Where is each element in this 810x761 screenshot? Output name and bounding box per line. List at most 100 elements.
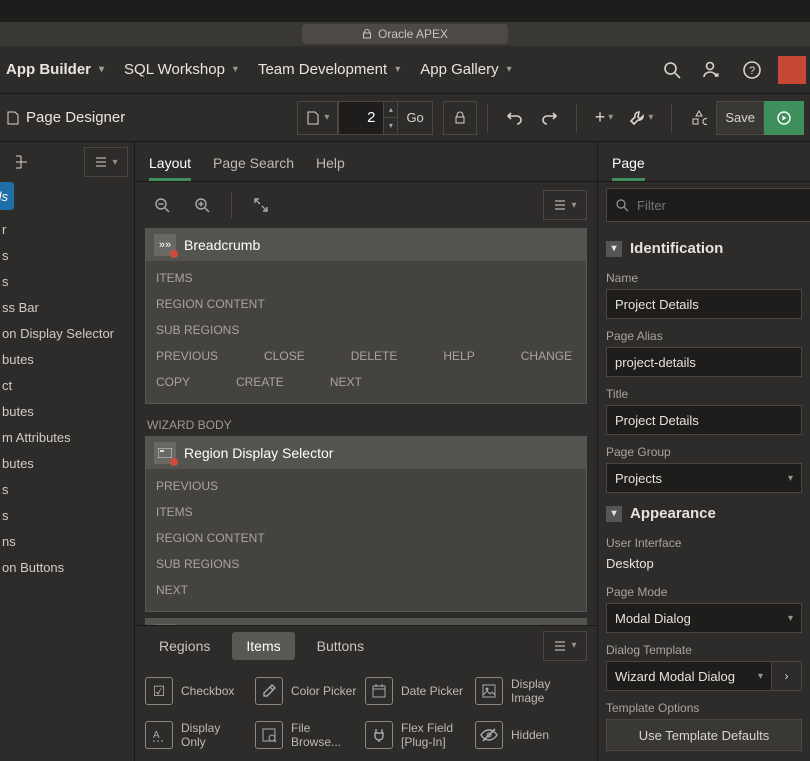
spinner-up-icon[interactable]: ▴ bbox=[384, 102, 397, 119]
nav-sql-workshop[interactable]: SQL Workshop▾ bbox=[114, 46, 248, 93]
run-button[interactable] bbox=[764, 101, 804, 135]
layout-canvas[interactable]: ◂ ▸ »» Breadcrumb ITEMS REGION CONTENT S… bbox=[135, 228, 597, 625]
undo-button[interactable] bbox=[498, 101, 532, 135]
gallery-item-date-picker[interactable]: Date Picker bbox=[361, 669, 471, 713]
page-spinner[interactable]: ▴▾ bbox=[384, 101, 398, 135]
page-group-select[interactable]: Projects▾ bbox=[606, 463, 802, 493]
nav-app-gallery[interactable]: App Gallery▾ bbox=[410, 46, 521, 93]
shared-components-button[interactable] bbox=[682, 101, 716, 135]
oracle-logo[interactable] bbox=[778, 56, 806, 84]
slot[interactable]: HELP bbox=[443, 343, 488, 369]
filter-input[interactable] bbox=[637, 198, 810, 213]
gallery-item-hidden[interactable]: Hidden bbox=[471, 713, 581, 757]
gallery-item-color-picker[interactable]: Color Picker bbox=[251, 669, 361, 713]
region-breadcrumb[interactable]: »» Breadcrumb ITEMS REGION CONTENT SUB R… bbox=[145, 228, 587, 404]
slot[interactable]: CHANGE bbox=[521, 343, 586, 369]
slot[interactable]: REGION CONTENT bbox=[156, 291, 279, 317]
save-button[interactable]: Save bbox=[716, 101, 764, 135]
gallery-item-flex-field[interactable]: Flex Field [Plug-In] bbox=[361, 713, 471, 757]
slot[interactable]: SUB REGIONS bbox=[156, 551, 253, 577]
gallery-item-display-image[interactable]: Display Image bbox=[471, 669, 581, 713]
collapse-toggle[interactable]: ▾ bbox=[606, 506, 622, 522]
zoom-in-button[interactable] bbox=[185, 188, 219, 222]
left-tree-pane: ▾ ils r s s ss Bar on Display Selector b… bbox=[0, 142, 134, 761]
filter-wrap[interactable] bbox=[606, 188, 810, 222]
tree-node[interactable]: butes bbox=[0, 346, 134, 372]
page-mode-select[interactable]: Modal Dialog▾ bbox=[606, 603, 802, 633]
slot[interactable]: DELETE bbox=[351, 343, 412, 369]
slot[interactable]: ITEMS bbox=[156, 265, 207, 291]
tree-node[interactable]: butes bbox=[0, 450, 134, 476]
gallery-item-checkbox[interactable]: ☑Checkbox bbox=[141, 669, 251, 713]
tree-node[interactable]: butes bbox=[0, 398, 134, 424]
gallery-item-file-browse[interactable]: File Browse... bbox=[251, 713, 361, 757]
tree-tab-rendering[interactable] bbox=[6, 145, 40, 179]
gallery-tab-buttons[interactable]: Buttons bbox=[303, 632, 378, 660]
admin-icon[interactable] bbox=[692, 50, 732, 90]
gallery-item-display-only[interactable]: ADisplay Only bbox=[141, 713, 251, 757]
slot[interactable]: ITEMS bbox=[156, 499, 207, 525]
slot[interactable]: PREVIOUS bbox=[156, 473, 232, 499]
tree-node[interactable]: s bbox=[0, 476, 134, 502]
spinner-down-icon[interactable]: ▾ bbox=[384, 118, 397, 134]
global-nav: App Builder▾ SQL Workshop▾ Team Developm… bbox=[0, 46, 810, 94]
gallery-tab-items[interactable]: Items bbox=[232, 632, 294, 660]
tree-node[interactable]: ct bbox=[0, 372, 134, 398]
utilities-button[interactable]: ▾ bbox=[621, 101, 661, 135]
gallery-view-menu[interactable]: ▾ bbox=[543, 631, 587, 661]
page-finder-button[interactable]: ▾ bbox=[297, 101, 338, 135]
tree-selected-pill[interactable]: ils bbox=[0, 182, 14, 210]
chevron-down-icon: ▾ bbox=[99, 64, 104, 75]
template-options-button[interactable]: Use Template Defaults bbox=[606, 719, 802, 751]
property-body[interactable]: ▾Identification Name Page Alias Title Pa… bbox=[598, 228, 810, 761]
slot[interactable]: CREATE bbox=[236, 369, 298, 395]
slot[interactable]: CLOSE bbox=[264, 343, 319, 369]
slot[interactable]: NEXT bbox=[330, 369, 376, 395]
tab-layout[interactable]: Layout bbox=[149, 155, 191, 181]
tab-help[interactable]: Help bbox=[316, 155, 345, 181]
tree-node[interactable]: on Buttons bbox=[0, 554, 134, 580]
page-number-input[interactable] bbox=[338, 101, 384, 135]
tree-node[interactable]: ns bbox=[0, 528, 134, 554]
nav-app-builder[interactable]: App Builder▾ bbox=[4, 46, 114, 93]
tree-node[interactable]: s bbox=[0, 268, 134, 294]
tree-node[interactable]: r bbox=[0, 216, 134, 242]
slot[interactable]: REGION CONTENT bbox=[156, 525, 279, 551]
layout-view-menu[interactable]: ▾ bbox=[543, 190, 587, 220]
help-icon[interactable]: ? bbox=[732, 50, 772, 90]
tree-node[interactable]: m Attributes bbox=[0, 424, 134, 450]
slot[interactable]: NEXT bbox=[156, 577, 202, 603]
search-icon[interactable] bbox=[652, 50, 692, 90]
tree-node[interactable]: on Display Selector bbox=[0, 320, 134, 346]
expand-button[interactable] bbox=[244, 188, 278, 222]
region-project[interactable]: </> Project PREVIOUS bbox=[145, 618, 587, 625]
redo-button[interactable] bbox=[532, 101, 566, 135]
tree-node[interactable]: ss Bar bbox=[0, 294, 134, 320]
plugin-icon bbox=[365, 721, 393, 749]
dialog-template-select[interactable]: Wizard Modal Dialog▾› bbox=[606, 661, 802, 691]
create-button[interactable]: +▾ bbox=[587, 101, 622, 135]
region-display-selector[interactable]: Region Display Selector PREVIOUS ITEMS R… bbox=[145, 436, 587, 612]
alias-input[interactable] bbox=[606, 347, 802, 377]
browser-tab[interactable]: Oracle APEX bbox=[302, 24, 508, 44]
go-button[interactable]: Go bbox=[398, 101, 432, 135]
lock-button[interactable] bbox=[443, 101, 477, 135]
slot[interactable]: SUB REGIONS bbox=[156, 317, 253, 343]
zoom-out-button[interactable] bbox=[145, 188, 179, 222]
tree-node[interactable]: s bbox=[0, 242, 134, 268]
name-input[interactable] bbox=[606, 289, 802, 319]
tree-list[interactable]: r s s ss Bar on Display Selector butes c… bbox=[0, 216, 134, 761]
collapse-toggle[interactable]: ▾ bbox=[606, 241, 622, 257]
tab-page[interactable]: Page bbox=[612, 155, 645, 181]
tree-node[interactable]: s bbox=[0, 502, 134, 528]
goto-template-button[interactable]: › bbox=[772, 661, 802, 691]
tab-page-search[interactable]: Page Search bbox=[213, 155, 294, 181]
page-selector-group: ▾ ▴▾ Go bbox=[297, 101, 432, 135]
nav-team-development[interactable]: Team Development▾ bbox=[248, 46, 410, 93]
toolbar-divider bbox=[671, 104, 672, 132]
gallery-tab-regions[interactable]: Regions bbox=[145, 632, 224, 660]
slot[interactable]: COPY bbox=[156, 369, 204, 395]
title-input[interactable] bbox=[606, 405, 802, 435]
slot[interactable]: PREVIOUS bbox=[156, 343, 232, 369]
tree-view-menu[interactable]: ▾ bbox=[84, 147, 128, 177]
